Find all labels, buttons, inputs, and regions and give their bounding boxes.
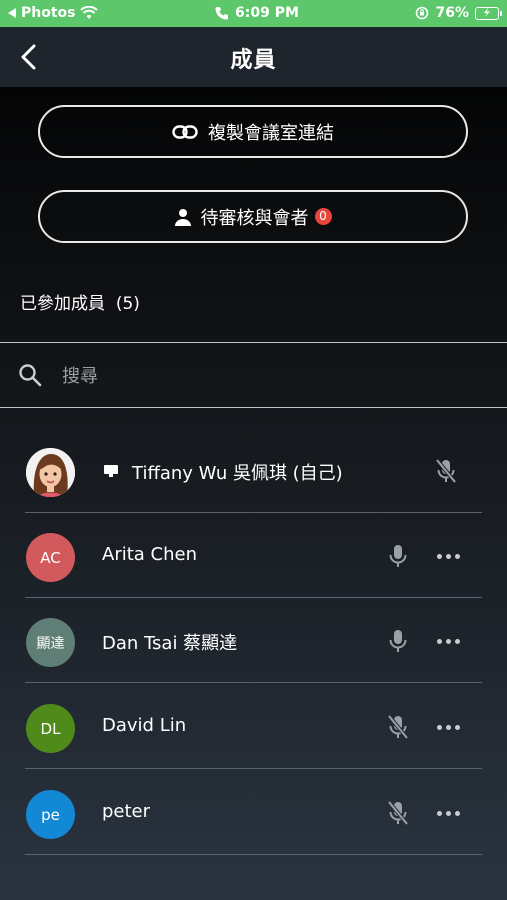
mic-icon[interactable] — [386, 627, 410, 655]
member-name: Arita Chen — [102, 544, 197, 565]
page-title: 成員 — [230, 48, 277, 73]
phone-icon — [215, 7, 228, 20]
member-row-arita[interactable]: AC Arita Chen — [0, 513, 507, 598]
person-icon — [174, 208, 191, 226]
member-row-peter[interactable]: pe peter — [0, 770, 507, 855]
search-icon — [19, 364, 42, 387]
memoji-avatar-icon — [26, 448, 75, 497]
divider — [25, 854, 482, 855]
member-name: peter — [102, 801, 151, 822]
avatar: AC — [26, 533, 75, 582]
member-row-tiffany[interactable]: Tiffany Wu 吳佩琪 (自己) — [0, 428, 507, 513]
member-name: Dan Tsai 蔡顯達 — [102, 633, 238, 654]
avatar: pe — [26, 790, 75, 839]
member-row-david[interactable]: DL David Lin — [0, 684, 507, 769]
status-right-group: 76% — [415, 5, 502, 21]
status-bar: Photos 6:09 PM 76% — [0, 0, 507, 27]
copy-room-link-label: 複製會議室連結 — [208, 122, 334, 144]
mic-off-icon[interactable] — [434, 457, 458, 485]
status-time-group: 6:09 PM — [215, 5, 299, 21]
member-row-dan[interactable]: 顯達 Dan Tsai 蔡顯達 — [0, 598, 507, 683]
orientation-lock-icon — [416, 6, 429, 20]
divider — [25, 768, 482, 769]
more-icon[interactable] — [437, 554, 460, 559]
joined-members-heading: 已參加成員 (5) — [20, 289, 140, 314]
back-triangle-icon — [8, 8, 16, 18]
battery-icon — [475, 6, 502, 20]
nav-bar: 成員 — [0, 27, 507, 87]
screen-share-icon — [104, 465, 118, 477]
more-icon[interactable] — [437, 725, 460, 730]
member-name: Tiffany Wu 吳佩琪 (自己) — [132, 463, 343, 484]
wifi-icon — [79, 6, 98, 19]
battery-percent: 76% — [435, 5, 469, 21]
avatar — [26, 448, 75, 497]
link-icon — [172, 124, 198, 139]
pending-attendees-label: 待審核與會者 — [200, 207, 309, 229]
back-to-app[interactable]: Photos — [8, 5, 98, 21]
divider — [25, 682, 482, 683]
mic-off-icon[interactable] — [386, 713, 410, 741]
joined-members-count: (5) — [115, 294, 140, 314]
more-icon[interactable] — [437, 811, 460, 816]
member-search-bar — [0, 342, 507, 408]
more-icon[interactable] — [437, 639, 460, 644]
search-input[interactable] — [60, 361, 464, 391]
back-app-label: Photos — [21, 5, 76, 21]
copy-room-link-button[interactable]: 複製會議室連結 — [38, 105, 468, 158]
status-time: 6:09 PM — [235, 5, 299, 21]
avatar: DL — [26, 704, 75, 753]
avatar: 顯達 — [26, 618, 75, 667]
pending-count-badge: 0 — [314, 208, 332, 225]
member-name: David Lin — [102, 715, 187, 736]
mic-off-icon[interactable] — [386, 799, 410, 827]
joined-members-label: 已參加成員 — [20, 294, 105, 314]
pending-attendees-button[interactable]: 待審核與會者 0 — [38, 190, 468, 243]
mic-icon[interactable] — [386, 542, 410, 570]
